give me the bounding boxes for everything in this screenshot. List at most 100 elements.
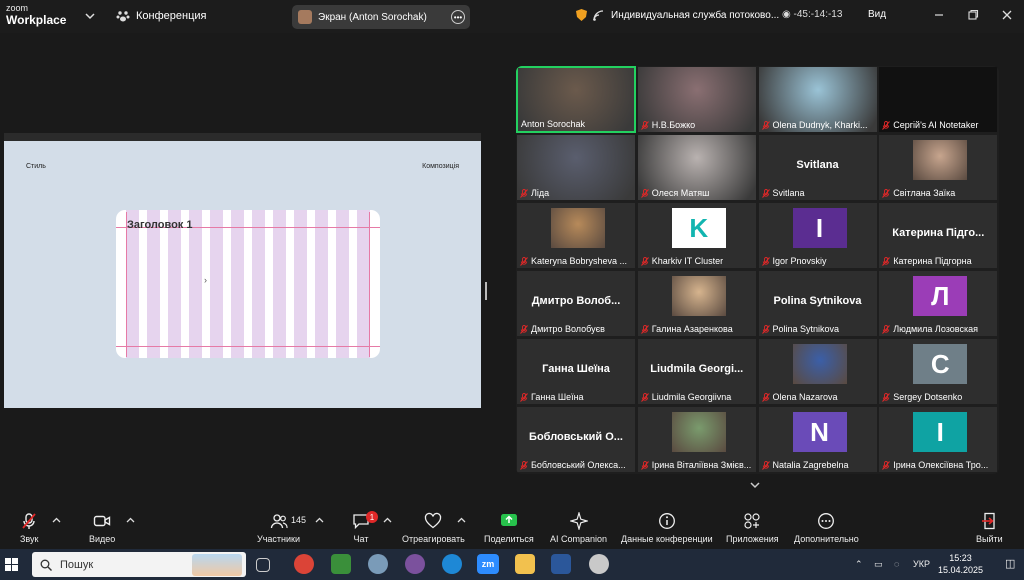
participant-display-name: Бобловський О... (529, 431, 623, 443)
chevron-up-icon[interactable] (126, 516, 135, 525)
chevron-down-icon[interactable] (84, 10, 96, 22)
participant-tile[interactable]: Дмитро Волоб... Дмитро Волобуєв (516, 270, 636, 337)
participant-name-label: Anton Sorochak (521, 119, 586, 129)
close-icon[interactable] (1000, 8, 1014, 22)
stream-status[interactable]: Индивидуальная служба потоково... (576, 9, 779, 21)
participant-tile[interactable]: Ірина Віталіївна Змієв... (636, 406, 757, 473)
participant-tile[interactable]: Сергій's AI Notetaker (878, 66, 999, 133)
gallery-scroll-down-icon[interactable] (748, 478, 762, 492)
participant-name-label: Igor Pnovskiy (772, 256, 827, 266)
participant-tile[interactable]: Н.В.Божко (636, 66, 757, 133)
restore-icon[interactable] (966, 8, 980, 22)
participant-tile[interactable]: Polina Sytnikova Polina Sytnikova (757, 270, 878, 337)
participant-tile[interactable]: Олеся Матяш (636, 134, 757, 201)
shield-icon (576, 9, 587, 21)
participant-display-name: Дмитро Волоб... (531, 295, 621, 307)
mic-muted-icon (882, 392, 891, 402)
chevron-up-icon[interactable] (383, 516, 392, 525)
participant-tile[interactable]: K Kharkiv IT Cluster (636, 202, 757, 269)
share-label-btn: Поделиться (484, 534, 534, 544)
zoom-taskbar-icon[interactable]: zm (477, 554, 499, 574)
view-button[interactable]: Вид (868, 9, 886, 20)
participant-name: Kharkiv IT Cluster (640, 256, 754, 266)
share-label: Экран (Anton Sorochak) (318, 11, 427, 23)
app-icon[interactable] (368, 554, 388, 574)
edge-icon[interactable] (442, 554, 462, 574)
participant-tile[interactable]: Ліда (516, 134, 636, 201)
meeting-info-button[interactable]: Конференция (116, 9, 206, 23)
meet-icon[interactable] (331, 554, 351, 574)
share-screen-icon (500, 514, 517, 526)
participant-tile[interactable]: I Ірина Олексіївна Тро... (878, 406, 999, 473)
windows-start-icon[interactable] (5, 558, 18, 571)
participant-tile[interactable]: Л Людмила Лозовская (878, 270, 999, 337)
participant-tile[interactable]: Olena Dudnyk, Kharki... (757, 66, 878, 133)
participant-name: Liudmila Georgiivna (640, 392, 754, 402)
participant-name: Ірина Віталіївна Змієв... (640, 460, 754, 470)
chrome-icon[interactable] (294, 554, 314, 574)
split-resize-handle[interactable] (485, 282, 487, 300)
participant-tile[interactable]: Світлана Заїка (878, 134, 999, 201)
avatar (671, 412, 726, 452)
language-indicator[interactable]: УКР (913, 559, 930, 569)
word-icon[interactable] (551, 554, 571, 574)
participant-tile[interactable]: Галина Азаренкова (636, 270, 757, 337)
audio-button[interactable]: Звук (20, 512, 38, 544)
tray-overflow-icon[interactable]: ⌃ (855, 559, 863, 570)
meeting-info-toolbar-button[interactable]: Данные конференции (621, 512, 713, 544)
participant-tile[interactable]: C Sergey Dotsenko (878, 338, 999, 405)
video-label: Видео (89, 534, 116, 544)
chevron-up-icon[interactable] (52, 516, 61, 525)
task-view-icon[interactable] (256, 558, 270, 572)
notification-icon[interactable]: ◫ (1005, 557, 1015, 570)
participant-tile[interactable]: Liudmila Georgi... Liudmila Georgiivna (636, 338, 757, 405)
shared-screen[interactable]: Стиль Композиція Заголовок 1 › (4, 133, 481, 408)
react-button[interactable]: Отреагировать (402, 512, 465, 544)
heart-icon (425, 512, 442, 529)
apps-icon (744, 513, 760, 529)
ai-companion-button[interactable]: AI Companion (550, 512, 607, 544)
participant-tile[interactable]: N Natalia Zagrebelna (757, 406, 878, 473)
taskbar-search-input[interactable]: Пошук (32, 552, 246, 577)
participant-tile[interactable]: I Igor Pnovskiy (757, 202, 878, 269)
participant-name-label: Olena Nazarova (772, 392, 838, 402)
camera-icon (93, 515, 111, 527)
file-explorer-icon[interactable] (515, 554, 535, 574)
participant-name: Anton Sorochak (521, 119, 632, 129)
app-icon[interactable] (589, 554, 609, 574)
participant-tile[interactable]: Svitlana Svitlana (757, 134, 878, 201)
broadcast-icon (593, 9, 604, 21)
participant-tile[interactable]: Катерина Підго... Катерина Підгорна (878, 202, 999, 269)
more-icon[interactable]: ••• (451, 10, 465, 24)
video-button[interactable]: Видео (89, 512, 115, 544)
react-label: Отреагировать (402, 534, 465, 544)
participant-display-name: Polina Sytnikova (773, 295, 862, 307)
avatar (671, 276, 726, 316)
screen-share-pill[interactable]: Экран (Anton Sorochak) ••• (292, 5, 470, 29)
leave-button[interactable]: Выйти (976, 512, 1003, 544)
network-icon[interactable]: ◌ (894, 559, 899, 569)
participant-tile[interactable]: Kateryna Bobrysheva ... (516, 202, 636, 269)
participant-tile[interactable]: Ганна Шеїна Ганна Шеїна (516, 338, 636, 405)
mic-muted-icon (761, 188, 770, 198)
participant-tile[interactable]: Olena Nazarova (757, 338, 878, 405)
search-placeholder: Пошук (60, 558, 94, 571)
participant-tile[interactable]: Бобловський О... Бобловський Олекса... (516, 406, 636, 473)
viber-icon[interactable] (405, 554, 425, 574)
search-highlight-image (192, 554, 242, 576)
people-icon (270, 514, 288, 529)
share-screen-button[interactable]: Поделиться (484, 512, 534, 544)
sharer-avatar (298, 10, 312, 24)
participant-name-label: Kateryna Bobrysheva ... (531, 256, 628, 266)
taskbar-clock[interactable]: 15:23 15.04.2025 (938, 552, 983, 576)
participant-name-label: Олеся Матяш (651, 188, 710, 198)
chevron-up-icon[interactable] (457, 516, 466, 525)
mic-muted-icon (22, 513, 36, 529)
more-button[interactable]: Дополнительно (794, 512, 859, 544)
apps-button[interactable]: Приложения (726, 512, 779, 544)
minimize-icon[interactable] (932, 8, 946, 22)
camera-tray-icon[interactable]: ▭ (874, 559, 883, 570)
participant-tile[interactable]: Anton Sorochak (516, 66, 636, 133)
chevron-up-icon[interactable] (315, 516, 324, 525)
mic-muted-icon (882, 256, 891, 266)
